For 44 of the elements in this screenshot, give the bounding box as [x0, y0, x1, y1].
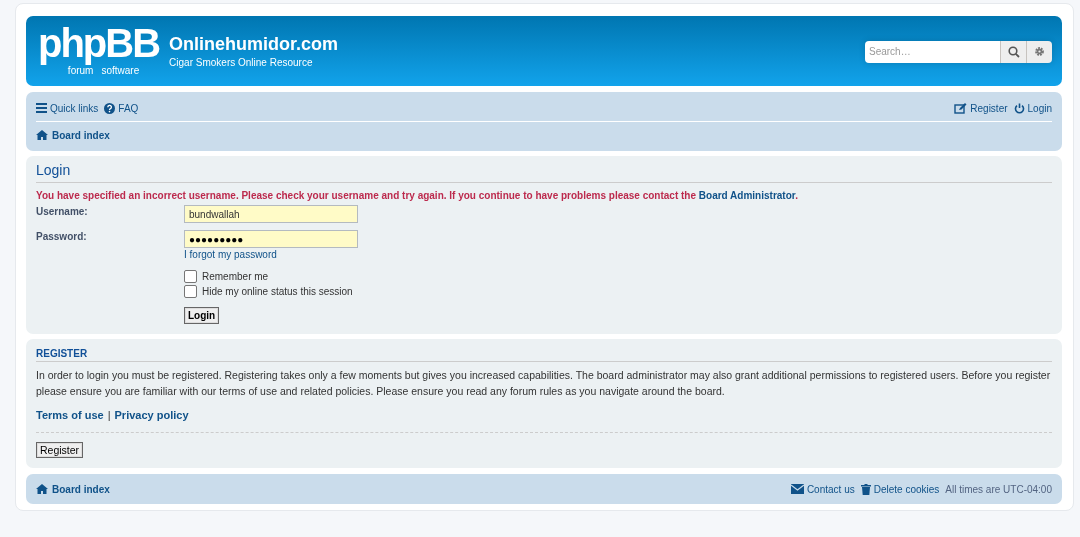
home-icon: [36, 130, 48, 140]
contact-link[interactable]: Contact us: [790, 483, 855, 495]
register-link[interactable]: Register: [954, 102, 1008, 114]
privacy-link[interactable]: Privacy policy: [114, 409, 189, 421]
forgot-password-link[interactable]: I forgot my password: [184, 249, 277, 260]
register-text: In order to login you must be registered. Registering takes only a few moments but gives you increased capabilities. The board administrator may also grant additional permissions to registered users. Before you register please ensure you are familiar with our terms of use and related policies. Please ensure you read any forum rules as you navigate around the board.: [36, 368, 1052, 399]
checkbox-label: Remember me: [202, 271, 269, 282]
register-heading: REGISTER: [36, 345, 1052, 362]
separator: |: [107, 409, 111, 421]
username-field[interactable]: bundwallah: [184, 205, 358, 223]
search-field[interactable]: Search…: [865, 40, 1000, 63]
checkbox[interactable]: [184, 285, 197, 298]
password-field[interactable]: ●●●●●●●●●: [184, 230, 358, 248]
faq-link[interactable]: FAQ: [104, 102, 139, 114]
menu-icon: [36, 103, 47, 113]
login-heading: Login: [36, 162, 1052, 183]
login-button[interactable]: Login: [184, 307, 220, 324]
advanced-search-button[interactable]: [1026, 40, 1052, 63]
trash-icon: [860, 483, 871, 495]
home-icon: [36, 484, 48, 494]
site-description: Cigar Smokers Online Resource: [169, 57, 314, 68]
error-message: You have specified an incorrect username. Please check your username and try again. If you continue to have problems please contact the Board Administrator.: [36, 189, 799, 202]
login-link[interactable]: Login: [1013, 102, 1052, 114]
search-icon: [1007, 45, 1020, 58]
checkbox[interactable]: [184, 270, 197, 283]
board-index-link[interactable]: Board index: [36, 483, 110, 495]
help-icon: [104, 102, 116, 114]
username-label: Username:: [36, 205, 89, 217]
site-title[interactable]: Onlinehumidor.com: [169, 34, 865, 55]
terms-link[interactable]: Terms of use: [36, 409, 104, 421]
register-button[interactable]: Register: [36, 442, 84, 458]
quick-links-menu[interactable]: Quick links: [36, 102, 99, 114]
delete-cookies-link[interactable]: Delete cookies: [860, 483, 940, 495]
gear-icon: [1034, 46, 1045, 57]
password-label: Password:: [36, 230, 88, 242]
search-button[interactable]: [1000, 40, 1026, 63]
checkbox-label: Hide my online status this session: [202, 286, 353, 297]
board-administrator-link[interactable]: Board Administrator: [698, 190, 796, 201]
envelope-icon: [790, 484, 804, 494]
power-icon: [1013, 102, 1025, 114]
edit-icon: [954, 102, 968, 114]
board-index-link[interactable]: Board index: [36, 129, 110, 141]
logo: phpBB forum software: [38, 26, 160, 76]
timezone-text: All times are UTC-04:00: [945, 483, 1052, 495]
